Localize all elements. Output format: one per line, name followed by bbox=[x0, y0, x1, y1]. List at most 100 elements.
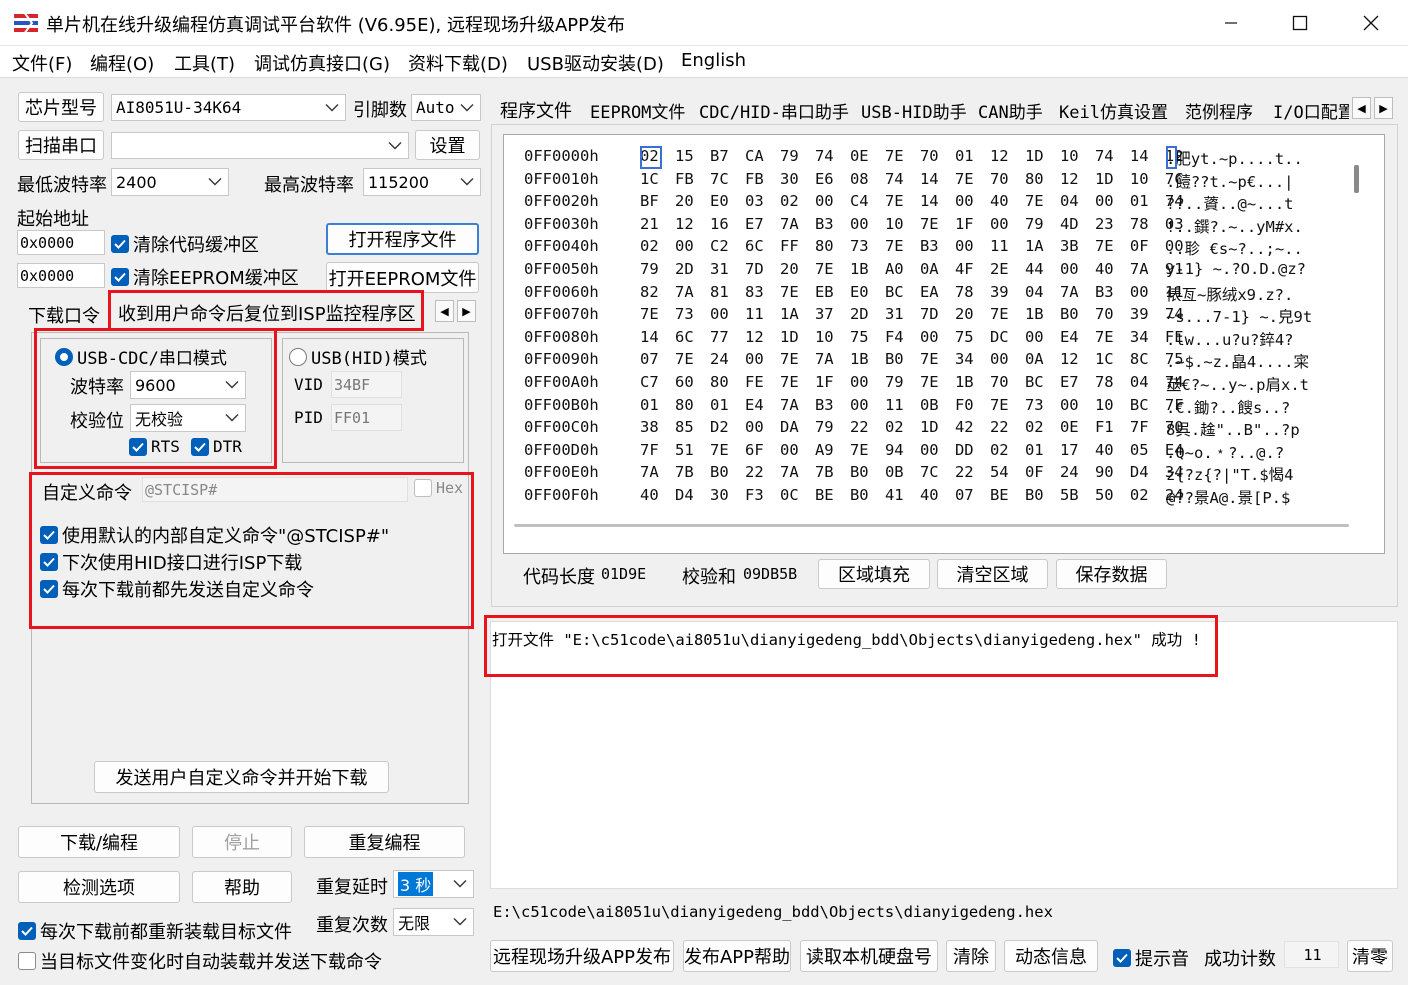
repeat-delay-label: 重复延时 bbox=[316, 877, 388, 898]
hex-row-bytes: 02 15 B7 CA 79 74 0E 7E 70 01 12 1D 10 7… bbox=[640, 147, 1184, 165]
auto-load-label: 当目标文件变化时自动装载并发送下载命令 bbox=[40, 952, 382, 973]
checkbox-unchecked-icon bbox=[414, 479, 432, 497]
checkbox-checked-icon bbox=[111, 268, 129, 286]
clear-code-buffer-checkbox[interactable]: 清除代码缓冲区 bbox=[111, 231, 259, 257]
hex-row-bytes: 40 D4 30 F3 0C BE B0 41 40 07 BE B0 5B 5… bbox=[640, 486, 1184, 504]
tab-keil-settings[interactable]: Keil仿真设置 bbox=[1059, 94, 1168, 126]
next-use-hid-checkbox[interactable]: 下次使用HID接口进行ISP下载 bbox=[40, 549, 302, 575]
save-data-button[interactable]: 保存数据 bbox=[1056, 559, 1167, 589]
port-select[interactable] bbox=[111, 132, 409, 159]
pin-count-select[interactable]: Auto bbox=[411, 94, 481, 121]
clear-eeprom-buffer-label: 清除EEPROM缓冲区 bbox=[133, 268, 299, 289]
tab-cdc-hid-serial[interactable]: CDC/HID-串口助手 bbox=[699, 94, 849, 126]
hex-row-ascii: 莁€?~..y~.p肩x.t bbox=[1166, 376, 1309, 394]
beep-checkbox[interactable]: 提示音 bbox=[1113, 945, 1189, 971]
code-address-input[interactable]: 0x0000 bbox=[17, 230, 105, 255]
close-button[interactable] bbox=[1336, 0, 1406, 46]
area-fill-button[interactable]: 区域填充 bbox=[818, 559, 930, 589]
repeat-count-select[interactable]: 无限 bbox=[393, 908, 474, 936]
hex-row-address: 0FF00B0h bbox=[524, 395, 599, 414]
menu-debug-interface[interactable]: 调试仿真接口(G) bbox=[254, 50, 390, 76]
subtab-scroll-right-button[interactable]: ▶ bbox=[457, 300, 476, 322]
tab-reset-to-isp[interactable]: 收到用户命令后复位到ISP监控程序区 bbox=[118, 300, 416, 326]
menu-bar: 文件(F) 编程(O) 工具(T) 调试仿真接口(G) 资料下载(D) USB驱… bbox=[0, 46, 1408, 78]
hex-row-address: 0FF00F0h bbox=[524, 486, 599, 504]
maximize-button[interactable] bbox=[1265, 0, 1335, 46]
chevron-down-icon bbox=[453, 918, 467, 926]
rts-checkbox[interactable]: RTS bbox=[129, 437, 180, 456]
checkbox-checked-icon bbox=[191, 437, 209, 456]
download-program-button[interactable]: 下载/编程 bbox=[18, 826, 180, 858]
send-before-download-checkbox[interactable]: 每次下载前都先发送自定义命令 bbox=[40, 576, 314, 602]
subtab-scroll-left-button[interactable]: ◀ bbox=[435, 300, 454, 322]
read-disk-id-button[interactable]: 读取本机硬盘号 bbox=[800, 940, 938, 972]
reprogram-button[interactable]: 重复编程 bbox=[304, 826, 465, 858]
tab-download-command[interactable]: 下载口令 bbox=[28, 302, 100, 328]
tab-program-file[interactable]: 程序文件 bbox=[500, 94, 572, 126]
min-baud-select[interactable]: 2400 bbox=[111, 168, 229, 196]
send-custom-command-button[interactable]: 发送用户自定义命令并开始下载 bbox=[94, 761, 389, 793]
pid-input: FF01 bbox=[331, 404, 402, 431]
menu-program[interactable]: 编程(O) bbox=[90, 50, 154, 76]
dtr-checkbox[interactable]: DTR bbox=[191, 437, 242, 456]
tab-scroll-right-button[interactable]: ▶ bbox=[1374, 97, 1393, 119]
menu-english[interactable]: English bbox=[681, 50, 746, 71]
open-eeprom-file-button[interactable]: 打开EEPROM文件 bbox=[326, 262, 479, 293]
vid-label: VID bbox=[294, 375, 323, 394]
hex-row-address: 0FF0090h bbox=[524, 350, 599, 369]
menu-file[interactable]: 文件(F) bbox=[12, 50, 72, 76]
hex-view[interactable]: 0FF0000h 02 15 B7 CA 79 74 0E 7E 70 01 12… bbox=[503, 134, 1385, 554]
auto-load-checkbox[interactable]: 当目标文件变化时自动装载并发送下载命令 bbox=[18, 948, 382, 974]
log-message: 打开文件 "E:\c51code\ai8051u\dianyigedeng_bd… bbox=[492, 631, 1201, 649]
parity-select[interactable]: 无校验 bbox=[130, 404, 246, 432]
tab-can[interactable]: CAN助手 bbox=[978, 94, 1043, 126]
clear-log-button[interactable]: 清除 bbox=[946, 940, 996, 972]
repeat-delay-select[interactable]: 3 秒 bbox=[393, 870, 474, 898]
clear-area-button[interactable]: 清空区域 bbox=[937, 559, 1048, 589]
remote-app-publish-button[interactable]: 远程现场升级APP发布 bbox=[490, 940, 674, 972]
eeprom-address-input[interactable]: 0x0000 bbox=[17, 263, 105, 288]
hex-row-address: 0FF0010h bbox=[524, 169, 599, 188]
clear-eeprom-buffer-checkbox[interactable]: 清除EEPROM缓冲区 bbox=[111, 264, 299, 290]
custom-command-label: 自定义命令 bbox=[42, 483, 132, 504]
checkbox-checked-icon bbox=[129, 437, 147, 456]
max-baud-select[interactable]: 115200 bbox=[363, 168, 481, 196]
tab-io-config[interactable]: I/O口配置 bbox=[1273, 94, 1349, 126]
use-default-command-checkbox[interactable]: 使用默认的内部自定义命令"@STCISP#" bbox=[40, 522, 389, 548]
open-program-file-button[interactable]: 打开程序文件 bbox=[326, 223, 479, 255]
checkbox-checked-icon bbox=[1113, 949, 1131, 967]
file-path-display: E:\c51code\ai8051u\dianyigedeng_bdd\Obje… bbox=[493, 903, 1053, 921]
app-help-button[interactable]: 发布APP帮助 bbox=[683, 940, 791, 972]
menu-downloads[interactable]: 资料下载(D) bbox=[408, 50, 508, 76]
hex-scrollbar-thumb[interactable] bbox=[1354, 165, 1359, 193]
hex-label: Hex bbox=[436, 479, 464, 497]
tab-scroll-left-button[interactable]: ◀ bbox=[1352, 97, 1371, 119]
hid-mode-radio[interactable]: USB(HID)模式 bbox=[289, 344, 427, 369]
chevron-down-icon bbox=[460, 103, 474, 111]
hex-row-bytes: 1C FB 7C FB 30 E6 08 74 14 7E 70 80 12 1… bbox=[640, 169, 1184, 188]
reload-before-download-checkbox[interactable]: 每次下载前都重新装载目标文件 bbox=[18, 918, 292, 944]
menu-tools[interactable]: 工具(T) bbox=[174, 50, 235, 76]
dynamic-info-button[interactable]: 动态信息 bbox=[1004, 940, 1098, 972]
tab-examples[interactable]: 范例程序 bbox=[1185, 94, 1253, 126]
help-button[interactable]: 帮助 bbox=[192, 871, 292, 903]
reset-count-button[interactable]: 清零 bbox=[1347, 940, 1393, 972]
minimize-button[interactable] bbox=[1196, 0, 1266, 46]
hex-row-ascii: 俵亙~豚绒x9.z?. bbox=[1166, 285, 1294, 304]
chip-type-select[interactable]: AI8051U-34K64 bbox=[111, 94, 346, 121]
hex-row-address: 0FF00A0h bbox=[524, 373, 599, 391]
menu-usb-driver[interactable]: USB驱动安装(D) bbox=[527, 50, 664, 76]
checkbox-checked-icon bbox=[111, 235, 129, 253]
hex-row-ascii: ??..薋..@~...t bbox=[1166, 195, 1294, 214]
scan-port-button[interactable]: 扫描串口 bbox=[18, 130, 104, 160]
hex-horizontal-scrollbar[interactable] bbox=[514, 524, 1349, 527]
check-options-button[interactable]: 检测选项 bbox=[18, 871, 180, 903]
cdc-mode-radio[interactable]: USB-CDC/串口模式 bbox=[55, 344, 227, 369]
baud-rate-select[interactable]: 9600 bbox=[130, 371, 246, 399]
chip-type-button[interactable]: 芯片型号 bbox=[18, 92, 104, 122]
tab-usb-hid[interactable]: USB-HID助手 bbox=[861, 94, 967, 126]
log-output[interactable]: 打开文件 "E:\c51code\ai8051u\dianyigedeng_bd… bbox=[490, 621, 1398, 889]
reload-before-download-label: 每次下载前都重新装载目标文件 bbox=[40, 922, 292, 943]
tab-eeprom-file[interactable]: EEPROM文件 bbox=[590, 94, 685, 126]
settings-button[interactable]: 设置 bbox=[415, 130, 480, 160]
